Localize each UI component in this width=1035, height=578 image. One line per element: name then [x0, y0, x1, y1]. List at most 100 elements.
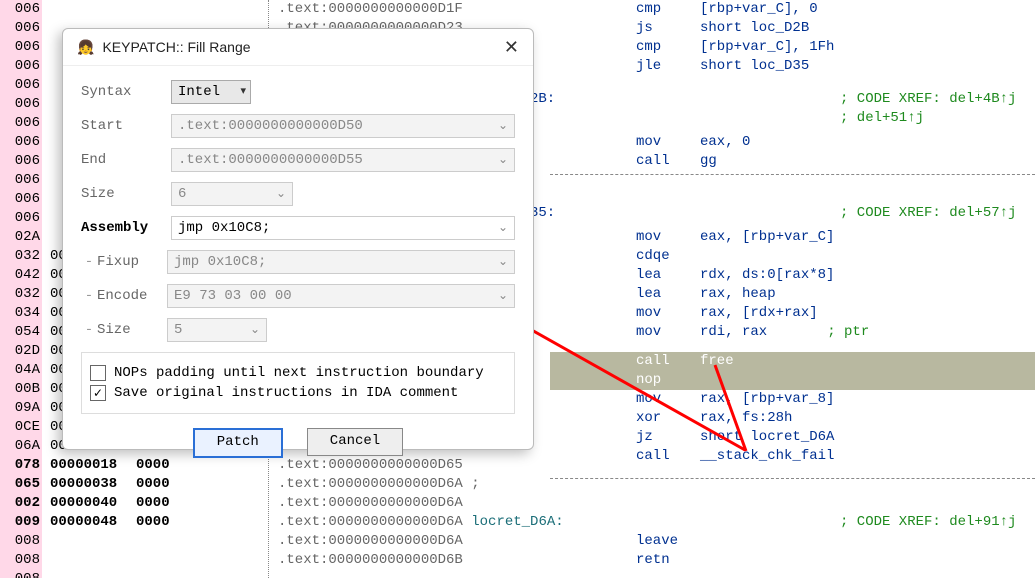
- row-extra: [136, 551, 188, 570]
- row-addr: 06A: [0, 437, 40, 456]
- row-addr: 04A: [0, 361, 40, 380]
- text-line[interactable]: .text:0000000000000D6A: [278, 494, 463, 513]
- save-checkbox[interactable]: ✓: [90, 385, 106, 401]
- asm-row[interactable]: callfree: [550, 352, 734, 371]
- row-addr: 009: [0, 513, 40, 532]
- asm-row[interactable]: movrax, [rbp+var_8]: [550, 390, 834, 409]
- row-extra: 0000: [136, 494, 188, 513]
- row-addr: 006: [0, 95, 40, 114]
- separator-dash: [550, 174, 1035, 175]
- label-encode: Encode: [97, 288, 167, 304]
- asm-row[interactable]: nop: [550, 371, 700, 390]
- row-addr: 00B: [0, 380, 40, 399]
- row-addr: 032: [0, 285, 40, 304]
- text-line[interactable]: .text:0000000000000D6B: [278, 551, 463, 570]
- asm-row[interactable]: leave: [550, 532, 700, 551]
- asm-row[interactable]: movrdi, rax; ptr: [550, 323, 869, 342]
- fixup-input[interactable]: jmp 0x10C8;: [167, 250, 515, 274]
- row-addr: 02A: [0, 228, 40, 247]
- app-icon: 👧: [77, 29, 94, 65]
- row-addr: 006: [0, 76, 40, 95]
- row-addr: 006: [0, 171, 40, 190]
- asm-row[interactable]: cdqe: [550, 247, 700, 266]
- asm-row[interactable]: call__stack_chk_fail: [550, 447, 834, 466]
- asm-row[interactable]: moveax, 0: [550, 133, 750, 152]
- asm-row[interactable]: learax, heap: [550, 285, 776, 304]
- end-input[interactable]: .text:0000000000000D55: [171, 148, 515, 172]
- text-line[interactable]: .text:0000000000000D6A ;: [278, 475, 480, 494]
- asm-row[interactable]: retn: [550, 551, 700, 570]
- patch-button[interactable]: Patch: [193, 428, 283, 458]
- label-end: End: [81, 152, 171, 168]
- row-addr: 032: [0, 247, 40, 266]
- row-addr: 006: [0, 0, 40, 19]
- asm-row[interactable]: jsshort loc_D2B: [550, 19, 809, 38]
- row-addr: 065: [0, 475, 40, 494]
- row-offset: [50, 551, 132, 570]
- row-offset: [50, 570, 132, 578]
- asm-row[interactable]: xorrax, fs:28h: [550, 409, 792, 428]
- close-icon[interactable]: ✕: [504, 29, 519, 65]
- fill-range-dialog: 👧 KEYPATCH:: Fill Range ✕ Syntax Intel S…: [62, 28, 534, 450]
- row-addr: 008: [0, 570, 40, 578]
- asm-row[interactable]: moveax, [rbp+var_C]: [550, 228, 834, 247]
- row-extra: [136, 0, 188, 19]
- assembly-input[interactable]: jmp 0x10C8;: [171, 216, 515, 240]
- label-fixup: Fixup: [97, 254, 167, 270]
- save-label: Save original instructions in IDA commen…: [114, 385, 458, 401]
- row-extra: [136, 532, 188, 551]
- text-line[interactable]: .text:0000000000000D1F: [278, 0, 463, 19]
- separator-dash: [550, 478, 1035, 479]
- syntax-select[interactable]: Intel: [171, 80, 251, 104]
- gutter-a: 00600600600600600600600600600600600602A0…: [0, 0, 42, 578]
- label-start: Start: [81, 118, 171, 134]
- row-offset: [50, 532, 132, 551]
- size2-input[interactable]: 5: [167, 318, 267, 342]
- row-addr: 042: [0, 266, 40, 285]
- start-input[interactable]: .text:0000000000000D50: [171, 114, 515, 138]
- dash-icon: -: [81, 288, 97, 304]
- dialog-title: KEYPATCH:: Fill Range: [102, 29, 250, 65]
- asm-row[interactable]: callgg: [550, 152, 717, 171]
- row-addr: 0CE: [0, 418, 40, 437]
- asm-column: cmp[rbp+var_C], 0jsshort loc_D2Bcmp[rbp+…: [550, 0, 1035, 578]
- row-offset: 00000048: [50, 513, 132, 532]
- row-extra: [136, 570, 188, 578]
- label-size2: Size: [97, 322, 167, 338]
- nops-label: NOPs padding until next instruction boun…: [114, 365, 484, 381]
- row-addr: 006: [0, 19, 40, 38]
- row-addr: 008: [0, 551, 40, 570]
- text-line[interactable]: .text:0000000000000D6A locret_D6A:: [278, 513, 564, 532]
- asm-row[interactable]: jzshort locret_D6A: [550, 428, 834, 447]
- row-addr: 006: [0, 152, 40, 171]
- asm-row[interactable]: cmp[rbp+var_C], 0: [550, 0, 818, 19]
- encode-input[interactable]: E9 73 03 00 00: [167, 284, 515, 308]
- asm-row[interactable]: movrax, [rdx+rax]: [550, 304, 818, 323]
- row-addr: 006: [0, 209, 40, 228]
- label-syntax: Syntax: [81, 84, 171, 100]
- cancel-button[interactable]: Cancel: [307, 428, 403, 456]
- row-offset: [50, 0, 132, 19]
- asm-row[interactable]: leardx, ds:0[rax*8]: [550, 266, 834, 285]
- size-input[interactable]: 6: [171, 182, 293, 206]
- row-addr: 006: [0, 133, 40, 152]
- row-addr: 008: [0, 532, 40, 551]
- text-line[interactable]: .text:0000000000000D6A: [278, 532, 463, 551]
- row-extra: 0000: [136, 475, 188, 494]
- row-offset: 00000038: [50, 475, 132, 494]
- row-addr: 054: [0, 323, 40, 342]
- asm-row[interactable]: jleshort loc_D35: [550, 57, 809, 76]
- dialog-titlebar[interactable]: 👧 KEYPATCH:: Fill Range ✕: [63, 29, 533, 66]
- dash-icon: -: [81, 322, 97, 338]
- row-offset: 00000040: [50, 494, 132, 513]
- row-addr: 006: [0, 114, 40, 133]
- label-size: Size: [81, 186, 171, 202]
- row-addr: 006: [0, 190, 40, 209]
- row-addr: 006: [0, 38, 40, 57]
- dash-icon: -: [81, 254, 97, 270]
- asm-row[interactable]: cmp[rbp+var_C], 1Fh: [550, 38, 834, 57]
- row-addr: 002: [0, 494, 40, 513]
- row-addr: 02D: [0, 342, 40, 361]
- nops-checkbox[interactable]: [90, 365, 106, 381]
- row-extra: 0000: [136, 513, 188, 532]
